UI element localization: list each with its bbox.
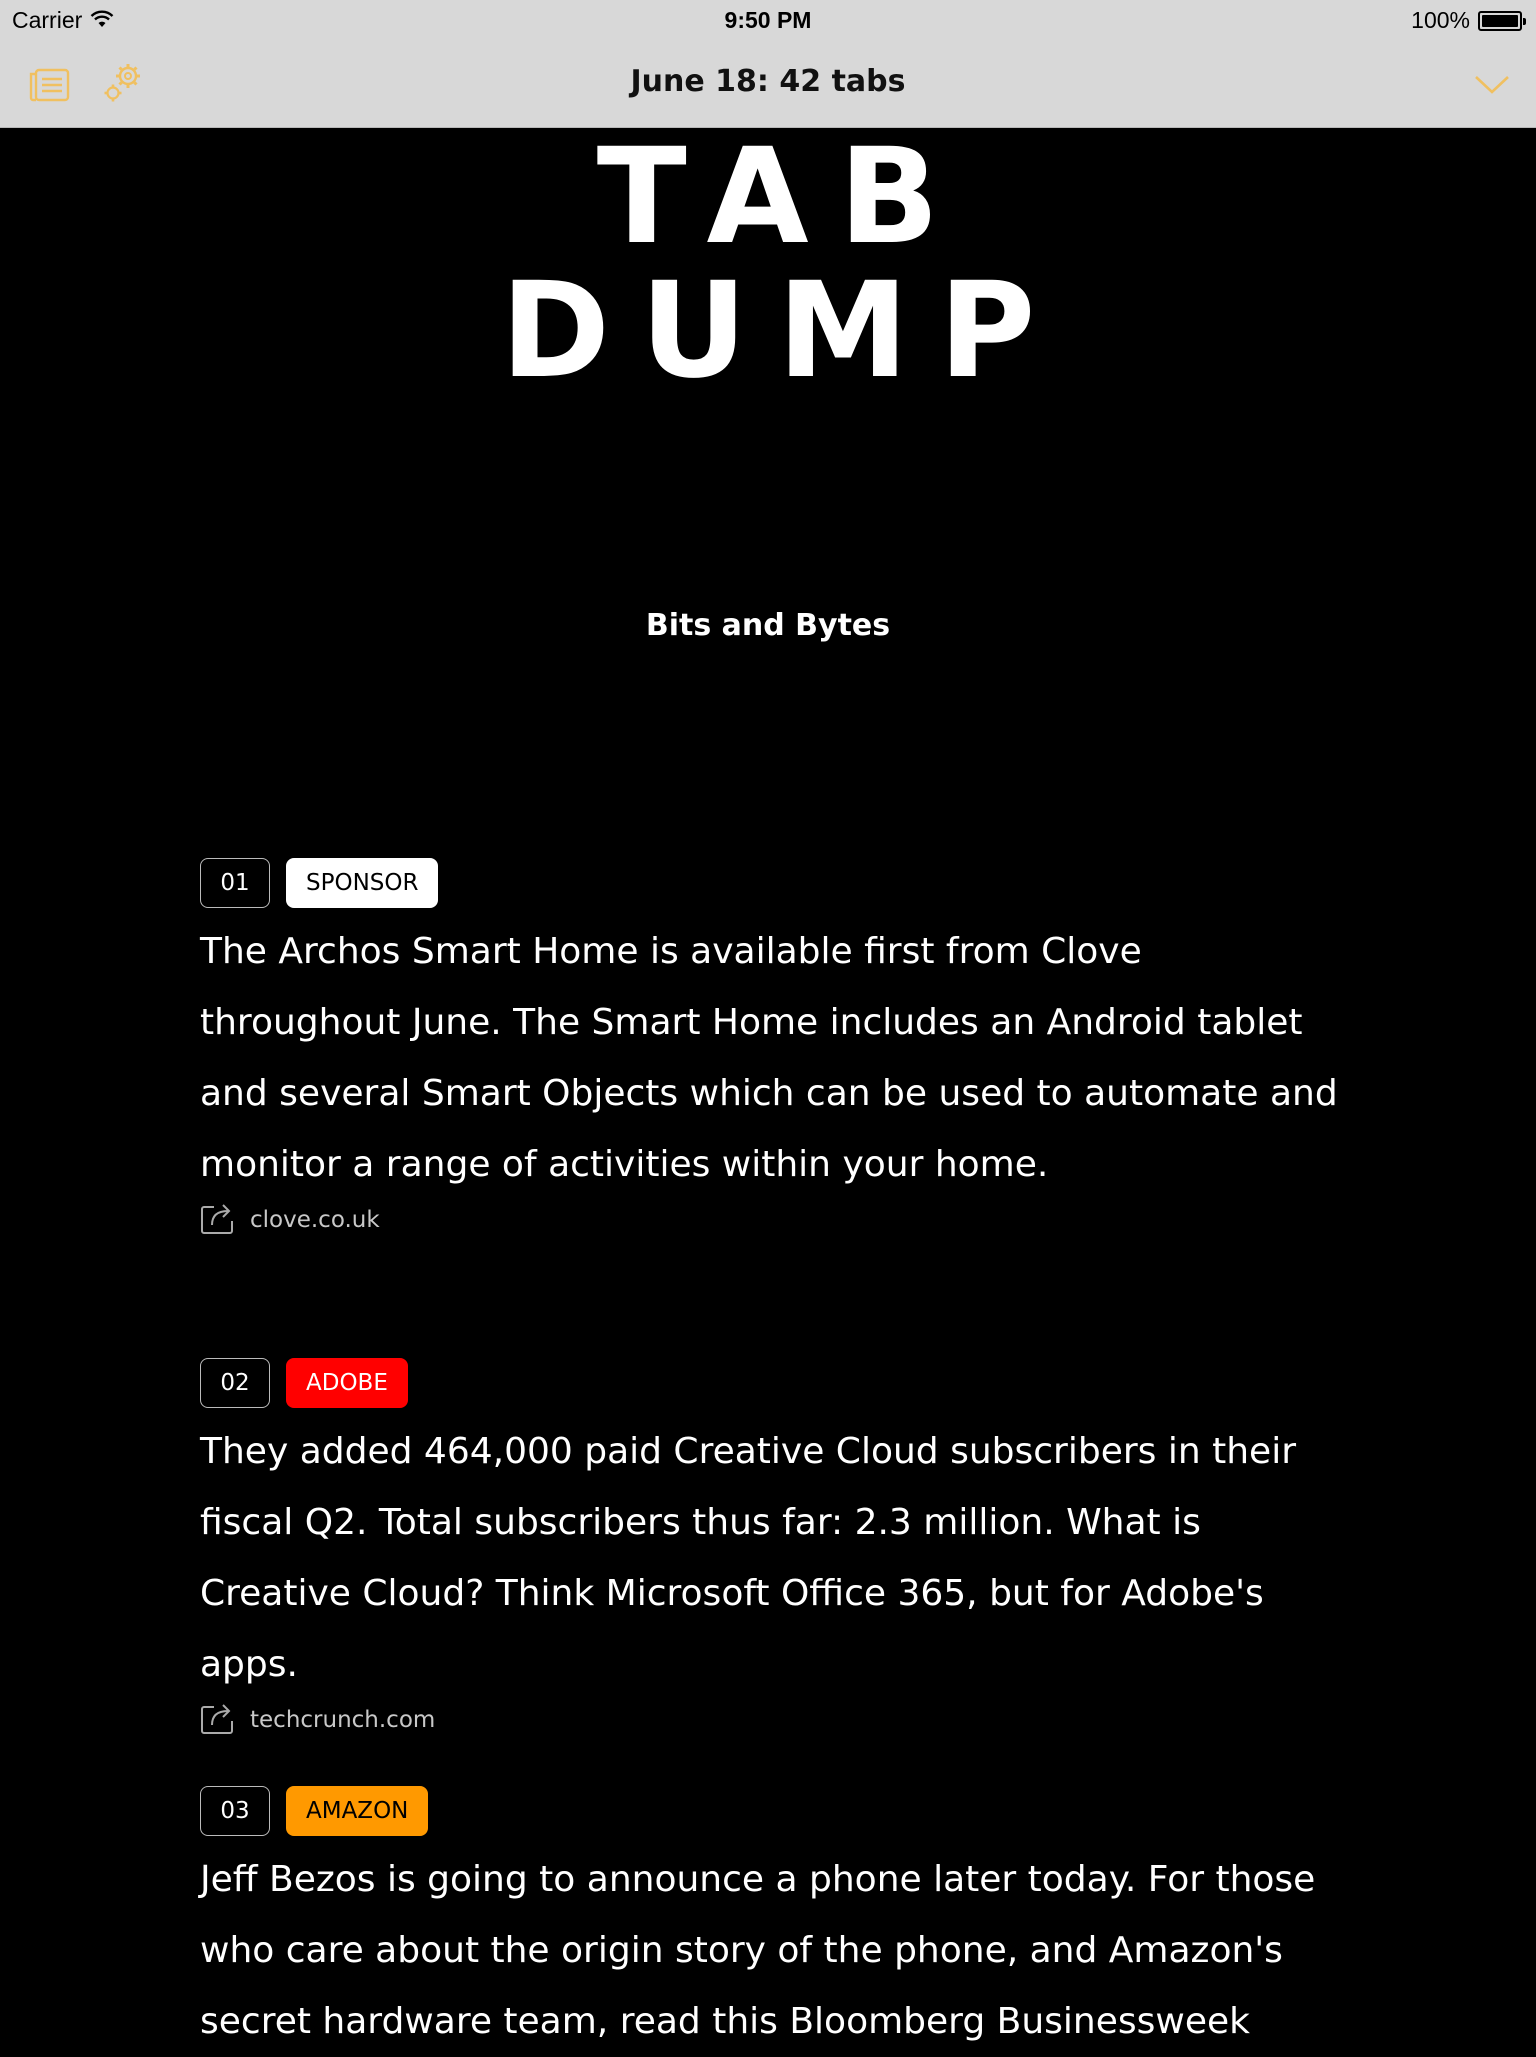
masthead-logo: TAB DUMP	[0, 130, 1536, 398]
section-heading: Bits and Bytes	[645, 608, 891, 643]
list-item: 01 SPONSOR The Archos Smart Home is avai…	[200, 858, 1350, 1240]
tag-sponsor[interactable]: SPONSOR	[286, 858, 439, 908]
item-text: The Archos Smart Home is available first…	[200, 931, 1338, 1185]
navigation-bar: June 18: 42 tabs	[0, 40, 1536, 128]
item-text: Jeff Bezos is going to announce a phone …	[200, 1859, 1316, 2042]
chevron-down-icon[interactable]	[1474, 74, 1510, 96]
battery-icon	[1478, 10, 1526, 31]
tag-adobe[interactable]: ADOBE	[286, 1358, 408, 1408]
item-number-badge: 01	[200, 858, 270, 908]
masthead-line-1: TAB	[596, 120, 970, 274]
masthead-line-2: DUMP	[500, 254, 1066, 408]
item-source-link[interactable]: techcrunch.com	[200, 1700, 1350, 1740]
share-icon	[200, 1201, 236, 1239]
list-item: 02 ADOBE They added 464,000 paid Creativ…	[200, 1358, 1350, 1740]
share-icon	[200, 1701, 236, 1739]
clock: 9:50 PM	[724, 7, 812, 33]
item-badges: 03 AMAZON	[200, 1786, 1350, 1836]
nav-title: June 18: 42 tabs	[630, 64, 906, 99]
status-bar: Carrier 9:50 PM 100%	[0, 0, 1536, 40]
item-badges: 02 ADOBE	[200, 1358, 1350, 1408]
item-number-badge: 03	[200, 1786, 270, 1836]
battery-indicator: 100%	[1411, 7, 1526, 34]
item-badges: 01 SPONSOR	[200, 858, 1350, 908]
source-url[interactable]: clove.co.uk	[250, 1207, 380, 1233]
source-url[interactable]: techcrunch.com	[250, 1707, 435, 1733]
tag-amazon[interactable]: AMAZON	[286, 1786, 429, 1836]
item-number-badge: 02	[200, 1358, 270, 1408]
item-source-link[interactable]: clove.co.uk	[200, 1200, 1350, 1240]
list-item: 03 AMAZON Jeff Bezos is going to announc…	[200, 1786, 1350, 2057]
battery-percent: 100%	[1411, 7, 1470, 33]
item-text: They added 464,000 paid Creative Cloud s…	[200, 1431, 1296, 1685]
